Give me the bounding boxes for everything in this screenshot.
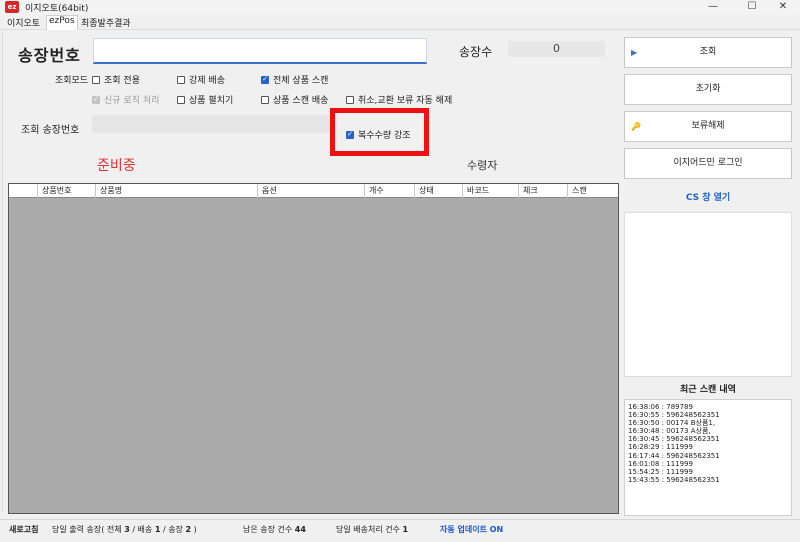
column-header-option[interactable]: 옵션 [257,184,364,198]
ezadmin-login-button[interactable]: 이지어드민 로그인 [624,148,792,179]
recent-scans-list[interactable]: 16:38:06 : 789789 16:30:55 : 59624856235… [624,399,792,516]
app-logo-icon: ez [5,1,19,13]
button-label: 이지어드민 로그인 [673,158,743,168]
checkbox-label: 취소,교환 보류 자동 해제 [358,96,453,106]
open-cs-window-link[interactable]: CS 창 열기 [624,190,792,203]
auto-update-status[interactable]: 자동 업데이트 ON [440,524,503,535]
menu-bar: 이지오토 ezPos 최종발주결과 [0,15,800,30]
checkbox-label: 전체 상품 스캔 [273,76,329,86]
button-label: 초기화 [695,84,721,94]
button-label: 조회 [699,47,717,57]
invoice-count-value: 0 [508,41,605,57]
column-header-quantity[interactable]: 개수 [364,184,414,198]
checkbox-box [177,95,185,104]
today-printed-summary: 당일 출력 송장( 전체 3 / 배송 1 / 송장 2 ) [52,524,197,535]
column-header-product-number[interactable]: 상품번호 [37,184,95,198]
close-button[interactable]: ✕ [766,0,800,15]
menu-item-final-order-result[interactable]: 최종발주결과 [79,16,133,29]
list-item: 16:01:08 : 111999 [628,459,693,468]
play-icon: ▶ [631,48,638,57]
recent-scans-title: 최근 스캔 내역 [680,385,736,395]
remaining-invoices: 남은 송장 건수 44 [243,524,306,535]
ship-count: 1 [154,525,161,534]
list-item: 15:54:25 : 111999 [628,467,693,476]
product-grid[interactable]: 상품번호 상품명 옵션 개수 상태 바코드 체크 스캔 [8,183,619,514]
force-ship-checkbox[interactable]: 강제 배송 [177,73,225,86]
lookup-only-checkbox[interactable]: 조회 전용 [92,73,140,86]
checkbox-checked-icon: ✓ [92,95,100,104]
column-header-barcode[interactable]: 바코드 [462,184,518,198]
invoice-count-label: 송장수 [459,45,493,59]
checkbox-box [346,95,354,104]
window-title: 이지오토(64bit) [25,4,89,14]
invoice-number-input[interactable] [93,38,427,64]
list-item: 16:38:06 : 789789 [628,403,693,411]
list-item: 16:30:48 : 00173 A상품, [628,427,711,436]
today-printed-label: 당일 출력 송장( 전체 [52,525,122,534]
checkbox-box [92,75,100,84]
minimize-button[interactable]: — [696,0,730,15]
refresh-link[interactable]: 새로고침 [9,524,38,535]
checkbox-label: 상품 스캔 배송 [273,96,329,106]
today-total-count: 3 [124,525,130,534]
today-shipped: 당일 배송처리 건수 1 [336,524,408,535]
remaining-count: 44 [294,525,306,534]
menu-item-ezpos[interactable]: ezPos [46,15,78,30]
checkbox-label: 상품 펼치기 [189,96,234,106]
lookup-button[interactable]: ▶ 조회 [624,37,792,68]
invoice-count: 2 [185,525,192,534]
invoice-number-label: 송장번호 [18,46,81,65]
release-hold-button[interactable]: 🔑 보류해제 [624,111,792,142]
column-header-status[interactable]: 상태 [414,184,462,198]
checkbox-label: 조회 전용 [104,76,140,86]
close-paren: ) [193,525,197,534]
scan-all-products-checkbox[interactable]: ✓ 전체 상품 스캔 [261,73,328,86]
reset-button[interactable]: 초기화 [624,74,792,105]
title-bar: ez 이지오토(64bit) — ☐ ✕ [0,0,800,15]
grid-header: 상품번호 상품명 옵션 개수 상태 바코드 체크 스캔 [9,184,618,198]
lookup-invoice-label: 조회 송장번호 [21,125,80,136]
checkbox-box [177,75,185,84]
menu-item-ezauto[interactable]: 이지오토 [5,16,42,29]
column-header-check[interactable]: 체크 [518,184,567,198]
new-logic-checkbox: ✓ 신규 로직 처리 [92,93,159,106]
checkbox-checked-icon: ✓ [261,75,269,84]
column-header-row-indicator [9,184,37,198]
auto-release-hold-checkbox[interactable]: 취소,교환 보류 자동 해제 [346,93,452,106]
list-item: 16:17:44 : 596248562351 [628,451,720,460]
column-header-product-name[interactable]: 상품명 [95,184,257,198]
list-item: 16:30:55 : 596248562351 [628,411,720,420]
list-item: 15:43:55 : 596248562351 [628,475,720,484]
remaining-label: 남은 송장 건수 [243,525,293,534]
expand-products-checkbox[interactable]: 상품 펼치기 [177,93,233,106]
button-label: 보류해제 [691,121,725,131]
status-bar: 새로고침 당일 출력 송장( 전체 3 / 배송 1 / 송장 2 ) 남은 송… [0,519,800,537]
today-shipped-count: 1 [402,525,409,534]
product-scan-ship-checkbox[interactable]: 상품 스캔 배송 [261,93,328,106]
list-item: 16:30:45 : 596248562351 [628,435,720,444]
invoice-label: / 송장 [162,525,183,534]
left-edge [0,32,3,512]
receiver-label: 수령자 [467,159,498,172]
checkbox-checked-icon: ✓ [346,130,354,139]
emphasize-multi-quantity-checkbox[interactable]: ✓ 복수수량 강조 [346,128,411,141]
ship-label: / 배송 [132,525,153,534]
list-item: 16:28:29 : 111999 [628,443,693,452]
maximize-button[interactable]: ☐ [735,0,769,15]
checkbox-label: 신규 로직 처리 [104,96,160,106]
checkbox-label: 복수수량 강조 [358,131,411,141]
key-icon: 🔑 [631,122,641,131]
today-shipped-label: 당일 배송처리 건수 [336,525,400,534]
checkbox-box [261,95,269,104]
info-panel [624,212,792,377]
column-header-scan[interactable]: 스캔 [567,184,618,198]
status-ready-text: 준비중 [97,158,136,174]
lookup-invoice-input[interactable] [92,115,332,133]
lookup-mode-label: 조회모드 [55,76,89,86]
checkbox-label: 강제 배송 [189,76,225,86]
